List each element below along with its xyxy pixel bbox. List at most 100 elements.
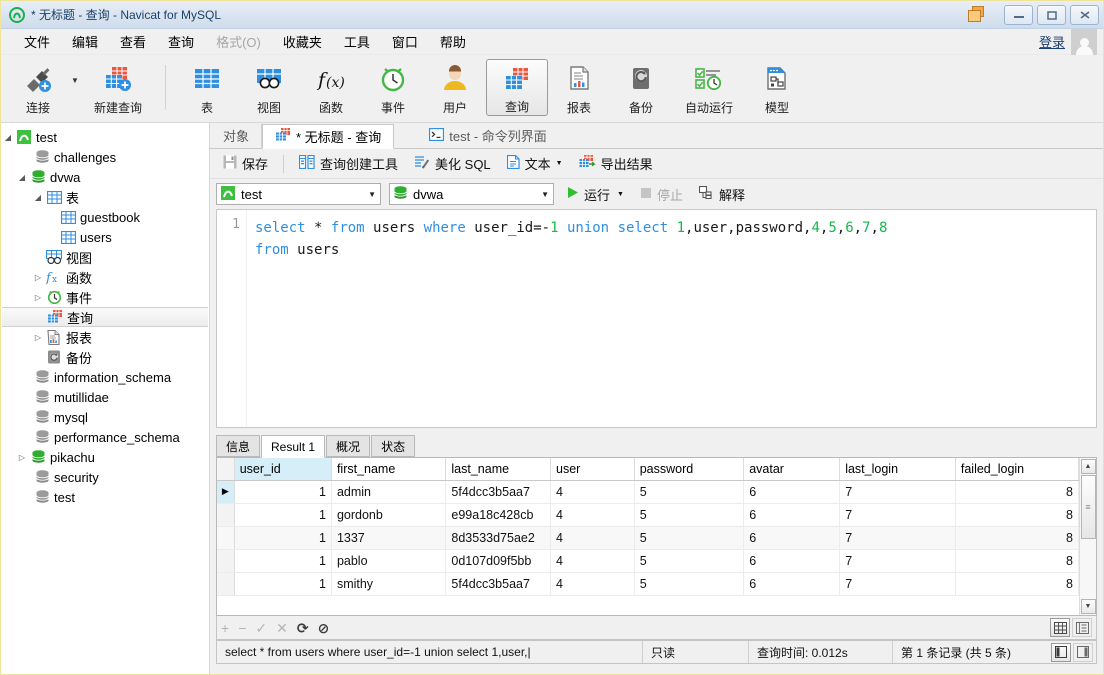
- col-header-password[interactable]: password: [634, 458, 745, 481]
- cell-last-login[interactable]: 7: [839, 572, 956, 596]
- table-row[interactable]: 1 gordonb e99a18c428cb 4 5 6 7 8: [217, 503, 1079, 527]
- cell-avatar[interactable]: 6: [743, 503, 841, 527]
- menu-query[interactable]: 查询: [157, 29, 205, 54]
- toolbar-backup[interactable]: 备份: [610, 57, 672, 122]
- object-tree-sidebar[interactable]: ◢ test challenges ◢ dvwa ◢ 表 guestbook u…: [1, 123, 210, 674]
- toolbar-report[interactable]: 报表: [548, 57, 610, 122]
- scrollbar-thumb[interactable]: ≡: [1080, 475, 1096, 539]
- tree-node-pikachu[interactable]: ▷ pikachu: [1, 447, 209, 467]
- panel-right-icon[interactable]: [1073, 642, 1093, 662]
- toolbar-connection[interactable]: 连接: [7, 57, 69, 122]
- cell-failed-login[interactable]: 8: [955, 572, 1079, 596]
- cell-last-name[interactable]: 5f4dcc3b5aa7: [445, 480, 551, 504]
- toolbar-new-query[interactable]: 新建查询: [81, 57, 155, 122]
- cell-avatar[interactable]: 6: [743, 480, 841, 504]
- result-grid[interactable]: user_id first_name last_name user passwo…: [216, 458, 1097, 616]
- text-mode-button[interactable]: 文本 ▼: [500, 151, 570, 176]
- tab-status[interactable]: 状态: [371, 435, 416, 457]
- cell-failed-login[interactable]: 8: [955, 549, 1079, 573]
- cell-last-name[interactable]: e99a18c428cb: [445, 503, 551, 527]
- tree-node-guestbook[interactable]: guestbook: [1, 207, 209, 227]
- expand-arrow-icon[interactable]: ◢: [15, 173, 29, 182]
- maximize-button[interactable]: [1037, 4, 1066, 25]
- cell-user-id[interactable]: 1: [234, 549, 332, 573]
- scroll-up-arrow-icon[interactable]: ▲: [1080, 459, 1096, 474]
- sql-editor[interactable]: 1 select * from users where user_id=-1 u…: [216, 209, 1097, 428]
- cell-last-login[interactable]: 7: [839, 503, 956, 527]
- tree-node-functions-folder[interactable]: ▷ fx 函数: [1, 267, 209, 287]
- col-header-failed-login[interactable]: failed_login: [955, 458, 1079, 481]
- scroll-down-arrow-icon[interactable]: ▼: [1080, 599, 1096, 614]
- result-grid-body[interactable]: user_id first_name last_name user passwo…: [217, 458, 1079, 615]
- menu-window[interactable]: 窗口: [381, 29, 429, 54]
- expand-arrow-icon[interactable]: ◢: [1, 133, 15, 142]
- cell-first-name[interactable]: pablo: [331, 549, 447, 573]
- toolbar-model[interactable]: 模型: [746, 57, 808, 122]
- toolbar-function[interactable]: f (x) 函数: [300, 57, 362, 122]
- cell-user[interactable]: 4: [550, 572, 635, 596]
- cell-user[interactable]: 4: [550, 503, 635, 527]
- cell-first-name[interactable]: gordonb: [331, 503, 447, 527]
- col-header-avatar[interactable]: avatar: [743, 458, 841, 481]
- cell-last-login[interactable]: 7: [839, 549, 956, 573]
- collapse-arrow-icon[interactable]: ▷: [31, 293, 45, 302]
- cell-last-name[interactable]: 8d3533d75ae2: [445, 526, 551, 550]
- minimize-button[interactable]: [1004, 4, 1033, 25]
- result-grid-scrollbar[interactable]: ▲ ≡ ▼: [1079, 458, 1096, 615]
- col-header-last-name[interactable]: last_name: [445, 458, 551, 481]
- cell-avatar[interactable]: 6: [743, 549, 841, 573]
- cell-password[interactable]: 5: [634, 526, 745, 550]
- explain-button[interactable]: 解释: [695, 185, 749, 204]
- cell-user-id[interactable]: 1: [234, 480, 332, 504]
- menu-edit[interactable]: 编辑: [61, 29, 109, 54]
- panel-left-icon[interactable]: [1051, 642, 1071, 662]
- table-row[interactable]: 1 1337 8d3533d75ae2 4 5 6 7 8: [217, 526, 1079, 550]
- cell-user-id[interactable]: 1: [234, 526, 332, 550]
- cell-last-login[interactable]: 7: [839, 526, 956, 550]
- cell-password[interactable]: 5: [634, 549, 745, 573]
- tree-node-security[interactable]: security: [1, 467, 209, 487]
- cell-last-login[interactable]: 7: [839, 480, 956, 504]
- user-avatar-icon[interactable]: [1071, 28, 1097, 55]
- cell-avatar[interactable]: 6: [743, 526, 841, 550]
- chevron-down-icon[interactable]: ▼: [556, 160, 563, 167]
- export-result-button[interactable]: 导出结果: [572, 151, 660, 176]
- col-header-first-name[interactable]: first_name: [331, 458, 447, 481]
- run-button[interactable]: 运行 ▼: [562, 185, 628, 204]
- tree-node-information-schema[interactable]: information_schema: [1, 367, 209, 387]
- col-header-last-login[interactable]: last_login: [839, 458, 956, 481]
- tab-untitled-query[interactable]: * 无标题 - 查询: [262, 124, 395, 149]
- collapse-arrow-icon[interactable]: ▷: [31, 273, 45, 282]
- tree-node-dvwa[interactable]: ◢ dvwa: [1, 167, 209, 187]
- tree-node-test-connection[interactable]: ◢ test: [1, 127, 209, 147]
- chevron-down-icon[interactable]: ▼: [533, 190, 549, 199]
- tree-node-challenges[interactable]: challenges: [1, 147, 209, 167]
- query-builder-button[interactable]: 查询创建工具: [292, 151, 405, 176]
- refresh-icon[interactable]: ⟳: [297, 621, 309, 635]
- tree-node-queries-folder[interactable]: 查询: [2, 307, 208, 327]
- connection-dropdown-caret-icon[interactable]: ▼: [69, 57, 81, 122]
- collapse-arrow-icon[interactable]: ▷: [15, 453, 29, 462]
- cell-password[interactable]: 5: [634, 480, 745, 504]
- table-row[interactable]: 1 pablo 0d107d09f5bb 4 5 6 7 8: [217, 549, 1079, 573]
- form-view-icon[interactable]: [1072, 618, 1092, 637]
- tree-node-mutillidae[interactable]: mutillidae: [1, 387, 209, 407]
- tree-node-reports-folder[interactable]: ▷ 报表: [1, 327, 209, 347]
- cell-user[interactable]: 4: [550, 480, 635, 504]
- tree-node-performance-schema[interactable]: performance_schema: [1, 427, 209, 447]
- collapse-arrow-icon[interactable]: ▷: [31, 333, 45, 342]
- cell-first-name[interactable]: admin: [331, 480, 447, 504]
- cell-failed-login[interactable]: 8: [955, 503, 1079, 527]
- tree-node-mysql[interactable]: mysql: [1, 407, 209, 427]
- tree-node-backups-folder[interactable]: 备份: [1, 347, 209, 367]
- table-row[interactable]: ▶ 1 admin 5f4dcc3b5aa7 4 5 6 7 8: [217, 480, 1079, 504]
- login-link[interactable]: 登录: [1039, 32, 1065, 51]
- database-select[interactable]: dvwa ▼: [389, 183, 554, 205]
- save-button[interactable]: 保存: [216, 151, 275, 176]
- cell-first-name[interactable]: 1337: [331, 526, 447, 550]
- cell-user-id[interactable]: 1: [234, 503, 332, 527]
- tree-node-users[interactable]: users: [1, 227, 209, 247]
- stop-loading-icon[interactable]: ⊘: [318, 621, 330, 635]
- menu-tools[interactable]: 工具: [333, 29, 381, 54]
- chevron-down-icon[interactable]: ▼: [617, 191, 624, 198]
